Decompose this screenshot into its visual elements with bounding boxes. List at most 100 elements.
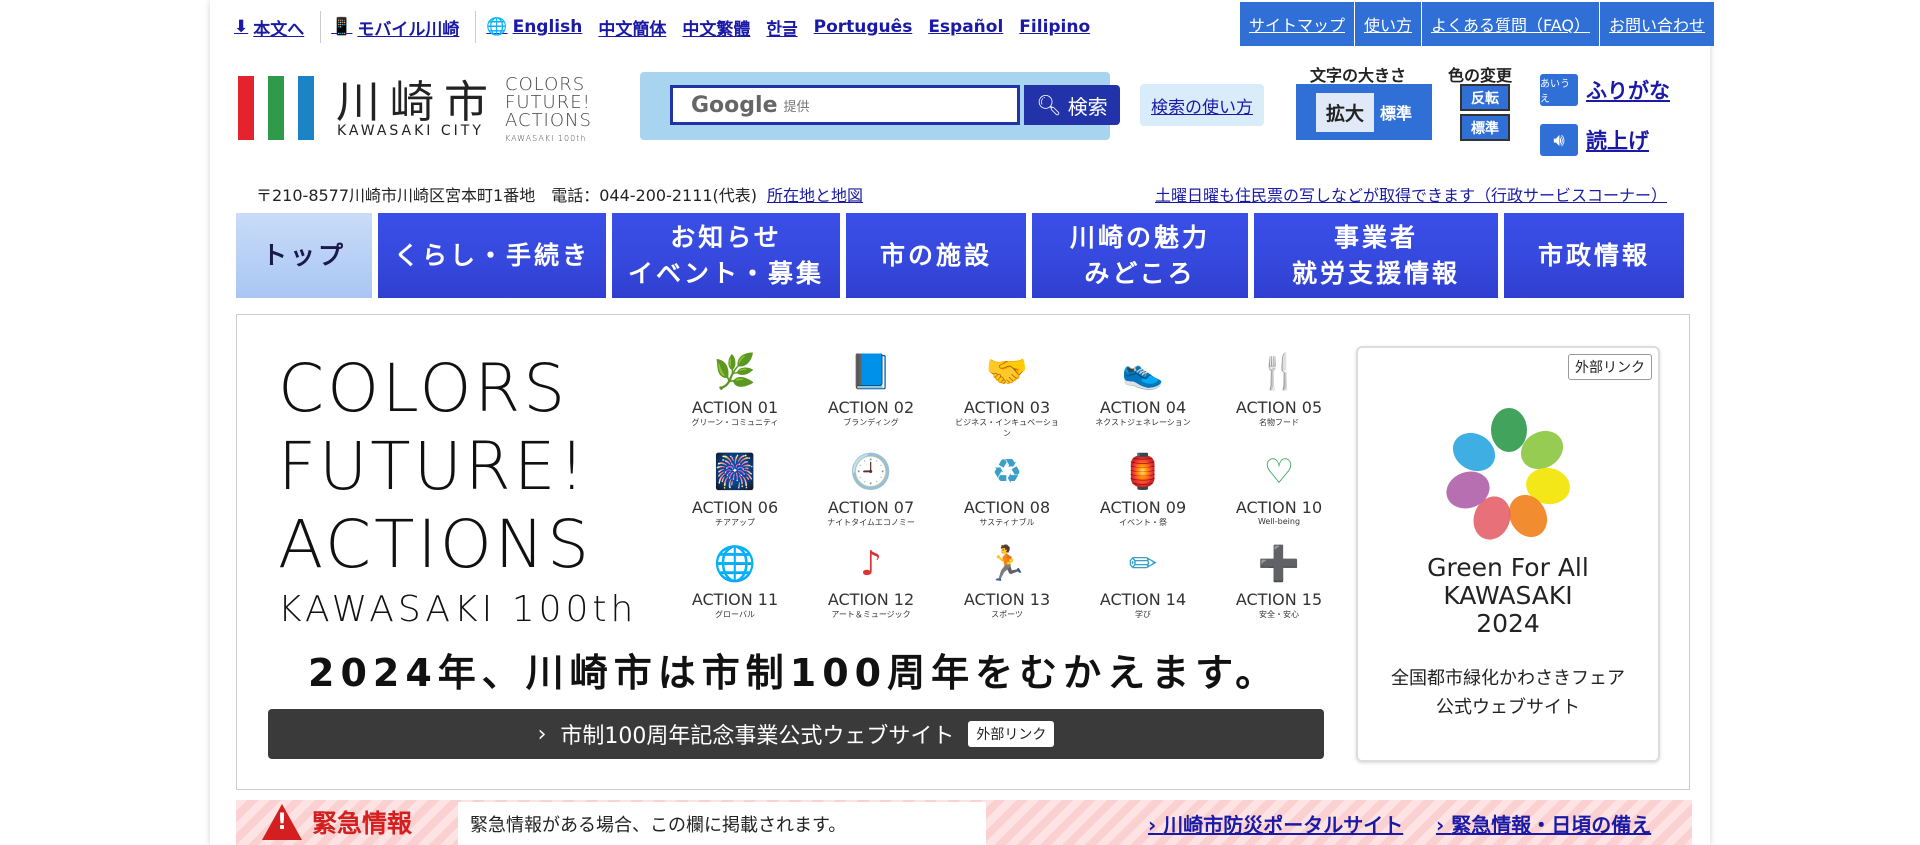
sitemap-link[interactable]: サイトマップ xyxy=(1240,2,1356,46)
gfa-title-1: Green For All xyxy=(1427,553,1589,582)
cfa-big-logo[interactable]: COLORS FUTURE! ACTIONS KAWASAKI 100th xyxy=(278,350,637,630)
action-item: 📘 ACTION 02 ブランディング xyxy=(816,352,926,428)
font-size-title: 文字の大きさ xyxy=(1310,66,1407,85)
address-text: 〒210-8577川崎市川崎区宮本町1番地 電話：044-200-2111(代表… xyxy=(256,186,758,205)
action-subtitle: グリーン・コミュニティ xyxy=(691,418,779,427)
color-change-title: 色の変更 xyxy=(1448,66,1513,85)
contact-link[interactable]: お問い合わせ xyxy=(1600,2,1716,46)
service-corner-link[interactable]: 土曜日曜も住民票の写しなどが取得できます（行政サービスコーナー） xyxy=(1155,182,1667,206)
map-link[interactable]: 所在地と地図 xyxy=(767,186,863,205)
address-row: 〒210-8577川崎市川崎区宮本町1番地 電話：044-200-2111(代表… xyxy=(256,182,863,206)
action-subtitle: ネクストジェネレーション xyxy=(1095,418,1191,427)
action-title: ACTION 12 xyxy=(827,590,915,609)
color-standard-button[interactable]: 標準 xyxy=(1460,114,1510,141)
gfa-title-2: KAWASAKI xyxy=(1443,581,1573,610)
furigana-link[interactable]: あいうえ ふりがな xyxy=(1540,74,1670,106)
gfa-desc-2: 公式ウェブサイト xyxy=(1436,697,1580,718)
lang-zh-cn[interactable]: 中文簡体 xyxy=(598,15,666,40)
search-input[interactable]: Google 提供 xyxy=(670,85,1020,125)
nav-city-gov-label: 市政情報 xyxy=(1537,240,1650,270)
readaloud-link[interactable]: 🔊︎ 読上げ xyxy=(1540,124,1649,156)
action-subtitle: イベント・祭 xyxy=(1119,518,1167,527)
chevron-right-icon: › xyxy=(537,721,547,747)
lang-fil[interactable]: Filipino xyxy=(1019,17,1090,37)
anniversary-site-button[interactable]: › 市制100周年記念事業公式ウェブサイト 外部リンク xyxy=(268,709,1324,759)
music-icon: ♪ xyxy=(860,544,882,584)
main-nav: トップ くらし・手続き お知らせ イベント・募集 市の施設 川崎の魅力 みどころ… xyxy=(236,213,1690,298)
mobile-label: モバイル川崎 xyxy=(357,19,460,40)
action-subtitle: グローバル xyxy=(715,610,755,619)
faq-link[interactable]: よくある質問（FAQ） xyxy=(1422,2,1601,46)
font-standard-button[interactable]: 標準 xyxy=(1380,100,1412,124)
action-title: ACTION 05 xyxy=(1235,398,1323,417)
color-invert-button[interactable]: 反転 xyxy=(1460,84,1510,111)
emergency-label: 緊急情報 xyxy=(262,804,412,840)
lang-es[interactable]: Español xyxy=(928,17,1003,37)
nav-top-label: トップ xyxy=(261,240,346,270)
disaster-portal-link[interactable]: › 川崎市防災ポータルサイト xyxy=(1148,809,1403,838)
nav-top[interactable]: トップ xyxy=(236,213,372,298)
lang-zh-tw[interactable]: 中文繁體 xyxy=(682,15,750,40)
nav-attractions[interactable]: 川崎の魅力 みどころ xyxy=(1032,213,1248,298)
handshake-icon: 🤝 xyxy=(985,352,1029,392)
leaf-icon: 🌿 xyxy=(713,352,757,392)
action-title: ACTION 09 xyxy=(1099,498,1187,517)
action-subtitle: 安全・安心 xyxy=(1259,610,1299,619)
lang-pt[interactable]: Português xyxy=(814,17,913,37)
lang-english[interactable]: 🌐 English xyxy=(486,17,582,37)
mobile-phone-icon: 📱 xyxy=(331,17,353,37)
nav-city-gov[interactable]: 市政情報 xyxy=(1504,213,1684,298)
font-enlarge-button[interactable]: 拡大 xyxy=(1315,92,1374,132)
mobile-link[interactable]: 📱 モバイル川崎 xyxy=(331,15,459,40)
runner-icon: 🏃 xyxy=(985,544,1029,584)
font-size-controls: 拡大 標準 xyxy=(1296,84,1432,140)
action-subtitle: スポーツ xyxy=(991,610,1023,619)
nav-news-label: お知らせ イベント・募集 xyxy=(627,222,824,288)
nav-facilities[interactable]: 市の施設 xyxy=(846,213,1026,298)
nav-business-label: 事業者 就労支援情報 xyxy=(1291,222,1460,288)
english-label: English xyxy=(512,17,583,37)
search-help-link[interactable]: 検索の使い方 xyxy=(1140,84,1264,126)
pencil-icon: ✏ xyxy=(1128,544,1158,584)
action-item: ♻ ACTION 08 サスティナブル xyxy=(952,452,1062,528)
action-item: 🤝 ACTION 03 ビジネス・インキュベーション xyxy=(952,352,1062,439)
action-subtitle: ビジネス・インキュベーション xyxy=(955,418,1059,438)
fireworks-icon: 🎆 xyxy=(713,452,757,492)
action-title: ACTION 08 xyxy=(963,498,1051,517)
action-subtitle: アート＆ミュージック xyxy=(831,610,911,619)
sneaker-icon: 👟 xyxy=(1121,352,1165,392)
provided-label: 提供 xyxy=(783,99,810,115)
action-subtitle: 学び xyxy=(1135,610,1151,619)
globe-icon: 🌐 xyxy=(713,544,757,584)
nav-facilities-label: 市の施設 xyxy=(879,240,992,270)
action-item: ♡ ACTION 10 Well-being xyxy=(1224,452,1334,526)
nav-living[interactable]: くらし・手続き xyxy=(378,213,606,298)
search-button[interactable]: 🔍︎ 検索 xyxy=(1024,85,1120,125)
action-item: 🏃 ACTION 13 スポーツ xyxy=(952,544,1062,620)
nav-news[interactable]: お知らせ イベント・募集 xyxy=(612,213,840,298)
action-title: ACTION 14 xyxy=(1099,590,1187,609)
emergency-message: 緊急情報がある場合、この欄に掲載されます。 xyxy=(458,802,986,845)
action-title: ACTION 03 xyxy=(963,398,1051,417)
action-item: ➕ ACTION 15 安全・安心 xyxy=(1224,544,1334,620)
emergency-prep-link[interactable]: › 緊急情報・日頃の備え xyxy=(1436,809,1651,838)
chevron-right-icon: › xyxy=(1436,813,1452,837)
action-item: 🌿 ACTION 01 グリーン・コミュニティ xyxy=(680,352,790,428)
howto-link[interactable]: 使い方 xyxy=(1355,2,1423,46)
gfa-title: Green For All KAWASAKI 2024 xyxy=(1358,554,1658,638)
city-logo-name[interactable]: 川崎市 xyxy=(336,66,498,130)
action-title: ACTION 01 xyxy=(691,398,779,417)
action-item: 🌐 ACTION 11 グローバル xyxy=(680,544,790,620)
skip-link[interactable]: ⬇ 本文へ xyxy=(234,15,304,40)
action-title: ACTION 11 xyxy=(691,590,779,609)
action-subtitle: チアアップ xyxy=(715,518,755,527)
city-logo-mark[interactable] xyxy=(238,76,316,140)
cfa-line-3: ACTIONS xyxy=(505,110,592,131)
color-change-controls: 反転 標準 xyxy=(1460,84,1510,142)
action-title: ACTION 07 xyxy=(827,498,915,517)
lang-ko[interactable]: 한글 xyxy=(766,15,797,40)
book-icon: 📘 xyxy=(849,352,893,392)
gfa-title-3: 2024 xyxy=(1476,609,1540,638)
green-for-all-card[interactable]: 外部リンク Green For All KAWASAKI 2024 全国都市緑化… xyxy=(1356,346,1660,762)
nav-business[interactable]: 事業者 就労支援情報 xyxy=(1254,213,1498,298)
